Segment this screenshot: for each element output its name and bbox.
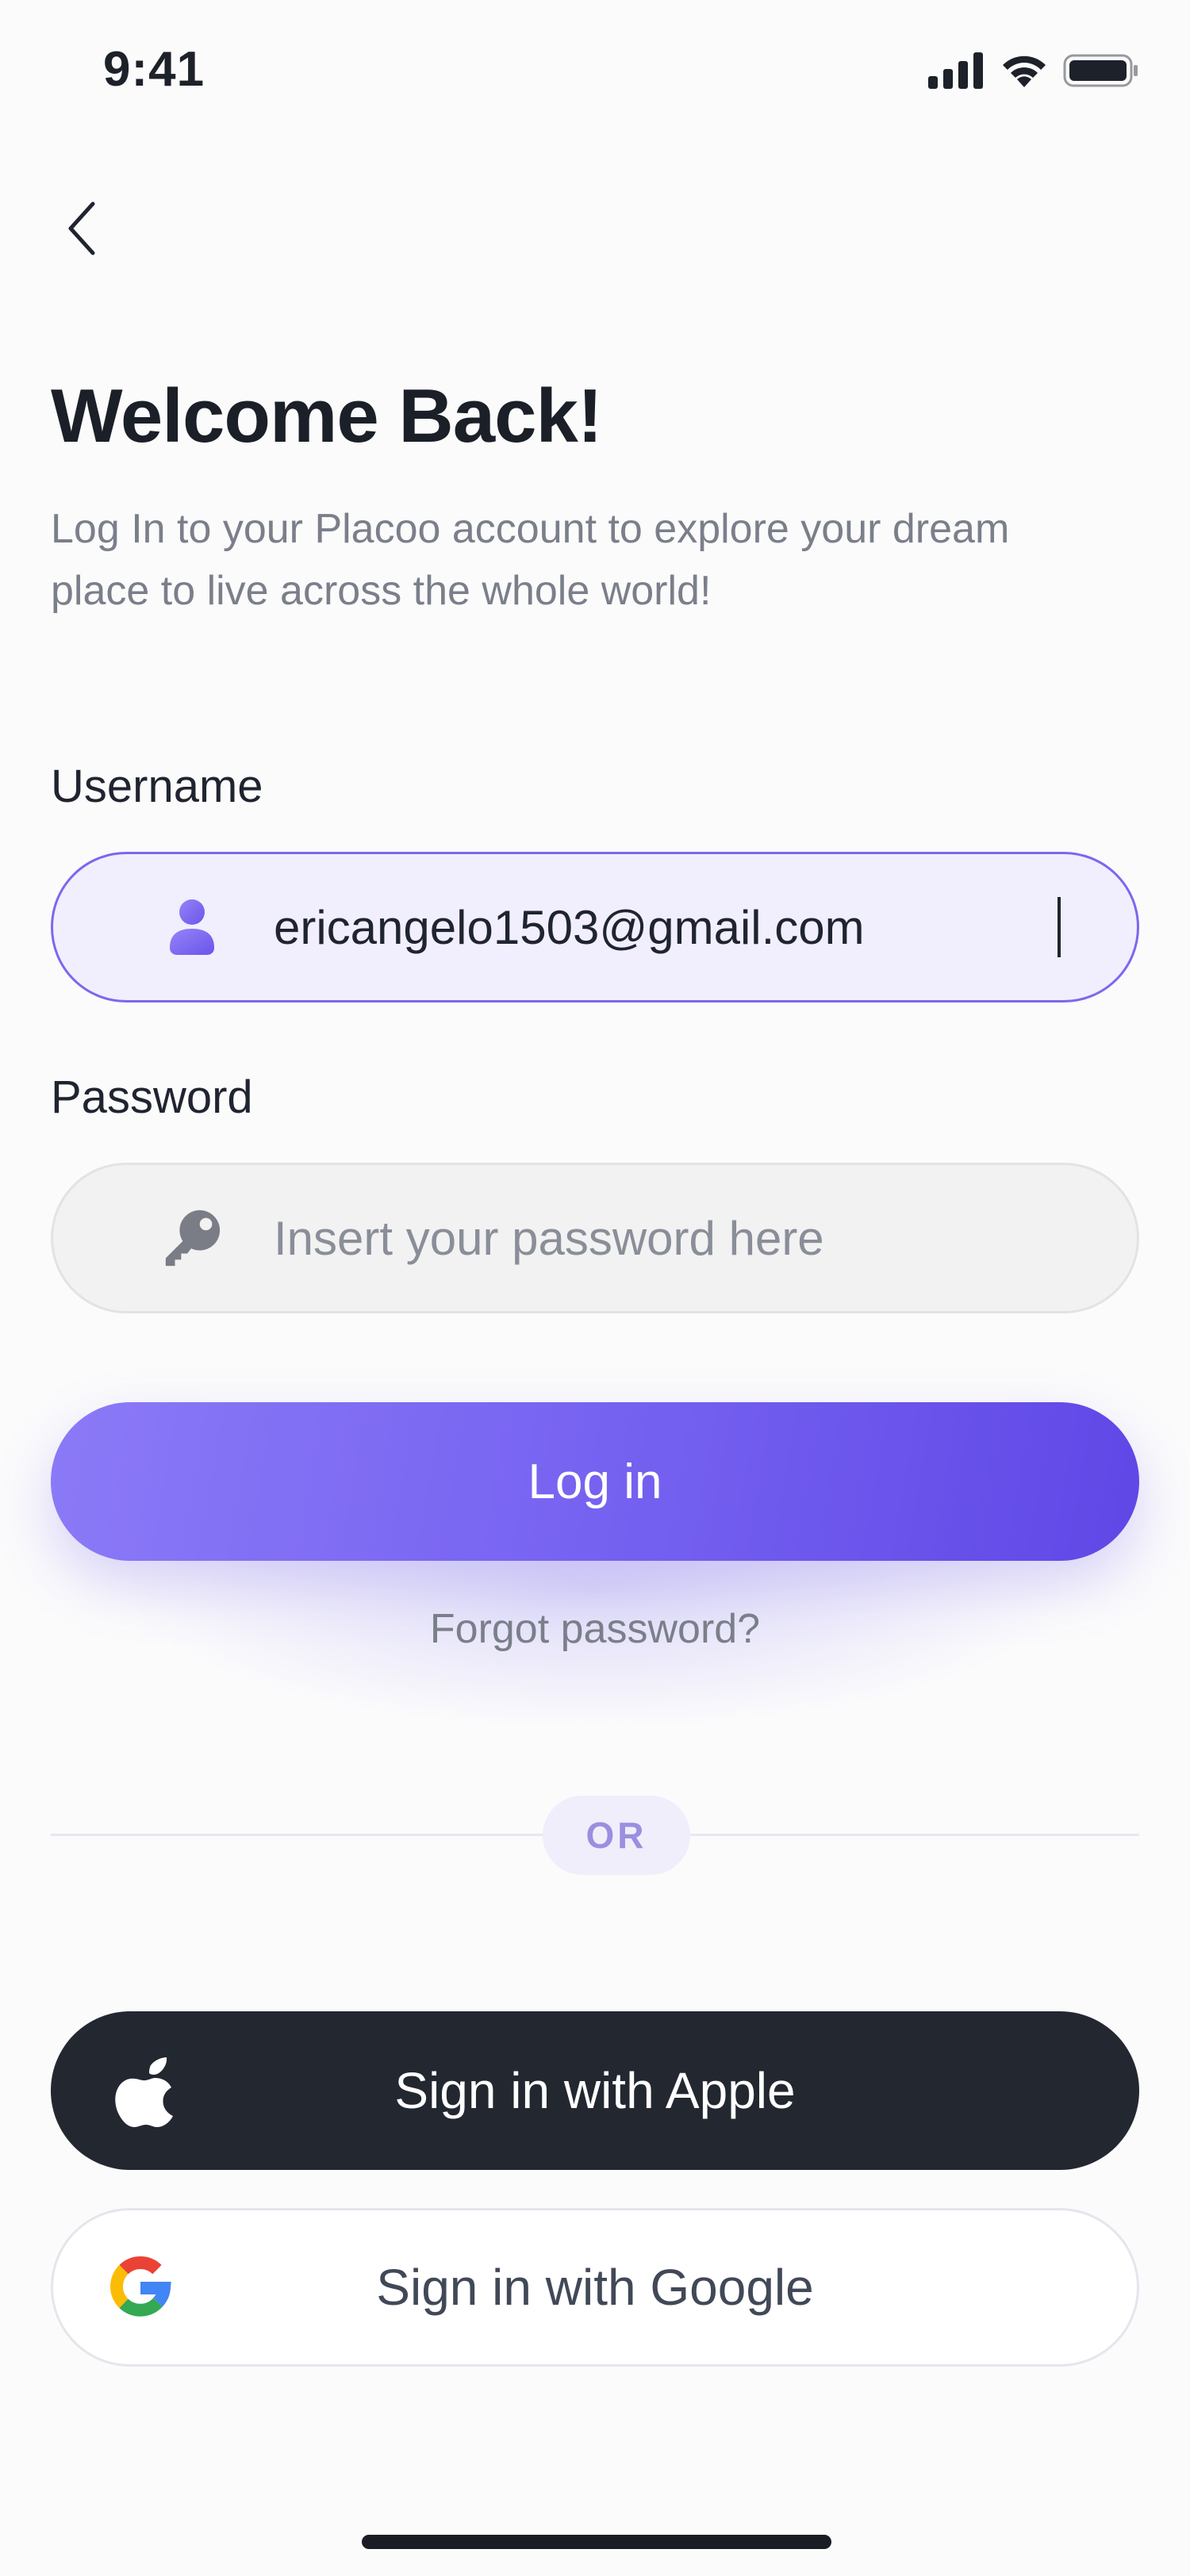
password-input[interactable] [274, 1210, 1107, 1266]
user-icon [161, 896, 223, 958]
forgot-password-link[interactable]: Forgot password? [0, 1605, 1190, 1653]
google-icon [110, 2256, 171, 2317]
text-caret [1058, 897, 1061, 957]
page-subtitle: Log In to your Placoo account to explore… [51, 506, 1010, 614]
password-label: Password [51, 1071, 253, 1123]
status-icons [928, 51, 1139, 90]
divider-line-left [51, 1834, 543, 1836]
sign-in-google-button[interactable]: Sign in with Google [51, 2208, 1139, 2367]
sign-in-google-label: Sign in with Google [376, 2259, 814, 2316]
key-icon [161, 1207, 223, 1269]
page-title: Welcome Back! [51, 374, 603, 458]
battery-icon [1063, 54, 1138, 87]
login-button[interactable]: Log in [51, 1402, 1139, 1561]
username-field[interactable]: ericangelo1503@gmail.com [51, 852, 1139, 1002]
sign-in-apple-label: Sign in with Apple [394, 2062, 796, 2119]
or-divider: OR [543, 1796, 690, 1875]
apple-icon [115, 2057, 173, 2127]
chevron-left-icon [68, 201, 95, 255]
divider-line-right [690, 1834, 1139, 1836]
username-input[interactable]: ericangelo1503@gmail.com [274, 900, 1067, 955]
home-indicator [362, 2535, 831, 2549]
username-label: Username [51, 761, 263, 812]
sign-in-apple-button[interactable]: Sign in with Apple [51, 2011, 1139, 2170]
password-field[interactable] [51, 1163, 1139, 1313]
signal-icon [928, 52, 983, 89]
status-time: 9:41 [103, 42, 205, 97]
wifi-icon [1003, 56, 1046, 87]
back-button[interactable] [52, 189, 111, 268]
